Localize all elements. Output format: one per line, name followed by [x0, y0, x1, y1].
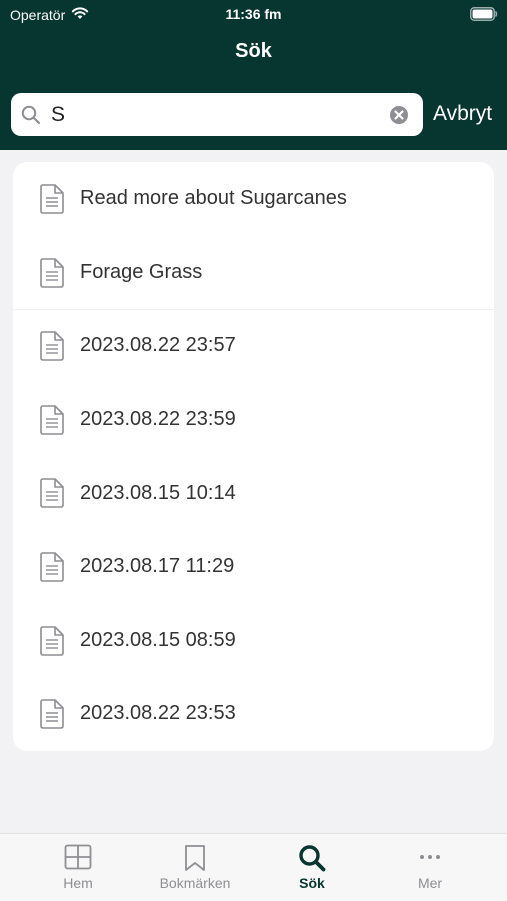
search-results: Read more about Sugarcanes Forage Grass 20… [13, 162, 494, 751]
tab-grid[interactable]: Hem [18, 834, 138, 901]
result-label: 2023.08.22 23:57 [80, 334, 236, 357]
result-label: Read more about Sugarcanes [80, 187, 347, 210]
result-label: 2023.08.22 23:53 [80, 702, 236, 725]
battery-icon [470, 7, 498, 24]
search-input[interactable] [51, 101, 381, 128]
result-row[interactable]: 2023.08.22 23:57 [13, 309, 494, 383]
tab-label: Bokmärken [159, 875, 231, 891]
result-row[interactable]: 2023.08.15 08:59 [13, 604, 494, 678]
search-icon [252, 844, 372, 874]
tab-more[interactable]: Mer [370, 834, 490, 901]
tab-label: Hem [63, 875, 93, 891]
grid-icon [18, 844, 138, 874]
document-icon [40, 404, 64, 440]
result-label: 2023.08.15 10:14 [80, 481, 236, 504]
tab-search[interactable]: Sök [252, 834, 372, 901]
document-icon [40, 331, 64, 366]
document-icon [40, 699, 64, 734]
result-row[interactable]: 2023.08.15 10:14 [13, 456, 494, 530]
tab-bookmark[interactable]: Bokmärken [135, 834, 255, 901]
header: Operatör 11:36 fm Sök S Avbryt [0, 0, 507, 150]
page-title: Sök [235, 40, 272, 62]
tab-bar: Hem Bokmärken Sök Mer [0, 833, 507, 901]
result-row[interactable]: 2023.08.22 23:53 [13, 677, 494, 751]
result-label: Forage Grass [80, 260, 203, 283]
document-icon [40, 184, 64, 219]
document-icon [40, 478, 64, 513]
cancel-button[interactable]: Avbryt [433, 102, 492, 126]
result-row[interactable]: 2023.08.22 23:59 [13, 383, 494, 457]
result-label: 2023.08.17 11:29 [80, 555, 235, 578]
result-row[interactable]: Forage Grass [13, 236, 494, 310]
document-icon [40, 257, 64, 293]
result-row[interactable]: 2023.08.17 11:29 [13, 530, 494, 604]
result-label: 2023.08.22 23:59 [80, 408, 236, 431]
document-icon [40, 625, 64, 661]
search-icon [21, 105, 41, 130]
clear-icon[interactable] [389, 105, 409, 130]
tab-label: Sök [299, 875, 325, 891]
section-divider [13, 309, 494, 310]
bookmark-icon [135, 844, 255, 874]
result-row[interactable]: Read more about Sugarcanes [13, 162, 494, 236]
tab-label: Mer [417, 875, 443, 891]
result-label: 2023.08.15 08:59 [80, 628, 236, 651]
status-time: 11:36 fm [225, 6, 282, 22]
more-icon [370, 844, 490, 874]
search-box[interactable] [11, 93, 423, 136]
document-icon [40, 552, 64, 587]
status-bar: Operatör 11:36 fm [0, 0, 507, 28]
